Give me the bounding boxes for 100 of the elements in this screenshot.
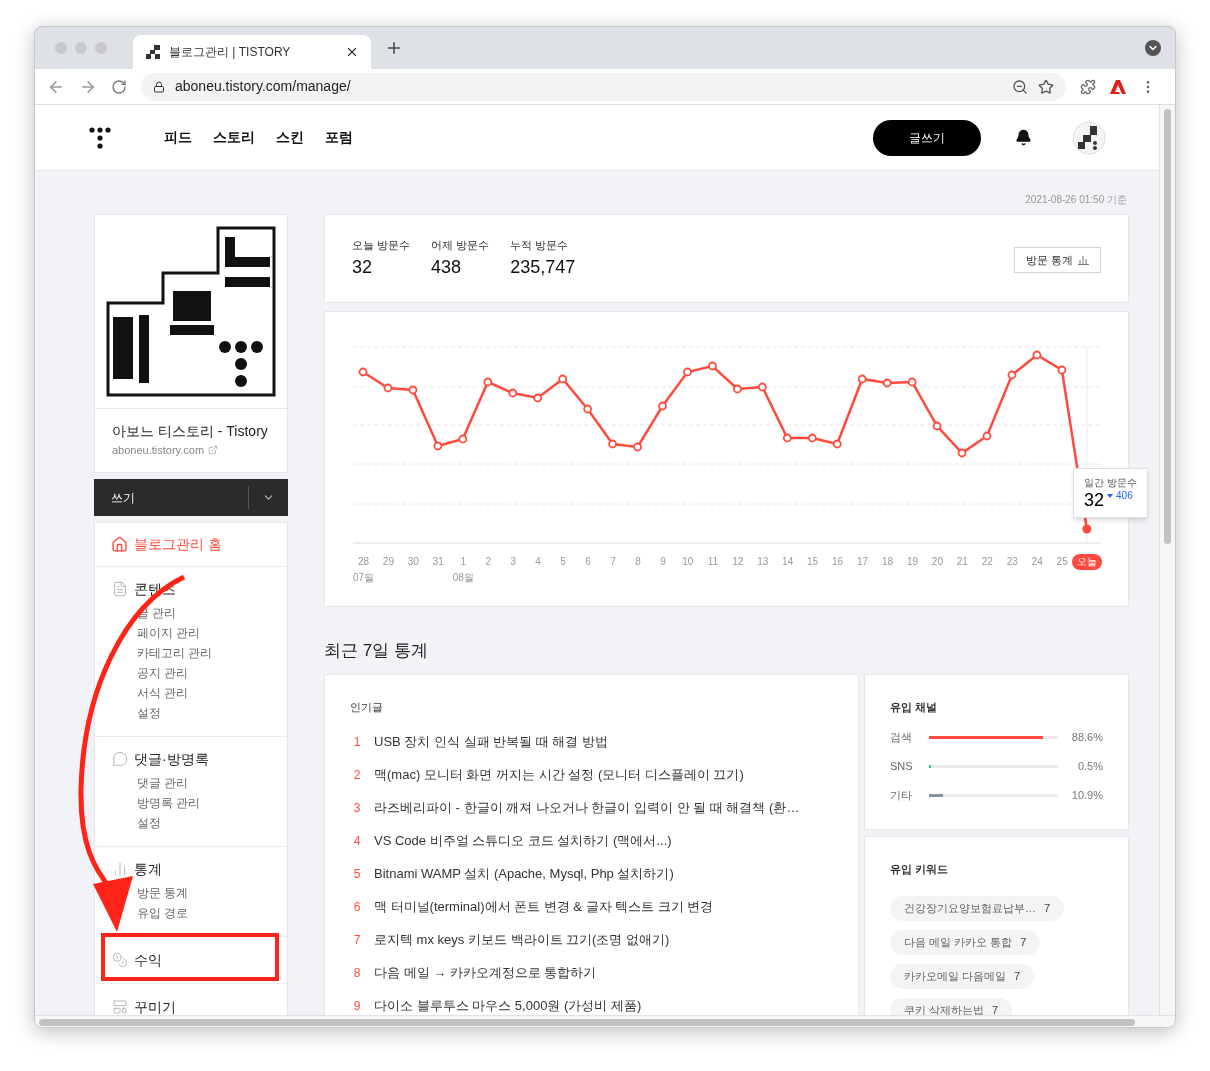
write-menu-label[interactable]: 쓰기 xyxy=(94,488,248,507)
bookmark-star-icon[interactable] xyxy=(1038,78,1054,95)
write-button[interactable]: 글쓰기 xyxy=(873,119,981,156)
post-link[interactable]: 라즈베리파이 - 한글이 깨져 나오거나 한글이 입력이 안 될 때 해결책 (환… xyxy=(374,797,800,818)
sidebar-item[interactable]: 설정 xyxy=(95,703,287,723)
keyword-text[interactable]: 카카오메일 다음메일 xyxy=(904,968,1007,985)
post-link[interactable]: 다이소 블루투스 마우스 5,000원 (가성비 제품) xyxy=(374,995,642,1015)
data-point xyxy=(658,401,667,411)
month-label: 07월 xyxy=(352,571,375,585)
data-point xyxy=(633,442,642,452)
data-point xyxy=(433,441,443,451)
axis-label: 28 xyxy=(357,555,370,569)
sidebar-item[interactable]: 댓글 관리 xyxy=(95,773,287,793)
blog-title[interactable]: 아보느 티스토리 - Tistory xyxy=(112,421,270,441)
vertical-scrollbar[interactable] xyxy=(1159,105,1175,1015)
sidebar-item[interactable]: 방명록 관리 xyxy=(95,793,287,813)
down-triangle-icon xyxy=(1107,494,1114,498)
extension-icon[interactable] xyxy=(1110,79,1126,94)
sidebar-item[interactable]: 카테고리 관리 xyxy=(95,643,287,663)
nav-link[interactable]: 스킨 xyxy=(276,127,304,148)
section-heading: 최근 7일 통계 xyxy=(324,640,429,662)
sidebar-item[interactable]: 설정 xyxy=(95,813,287,833)
menu-section-title[interactable]: 수익 xyxy=(134,950,162,970)
address-bar[interactable]: aboneu.tistory.com/manage/ xyxy=(141,72,1066,101)
keyword-chip[interactable]: 다음 메일 카카오 통합 7 xyxy=(890,930,1041,955)
zoom-out-icon[interactable] xyxy=(1012,78,1028,95)
axis-label: 13 xyxy=(757,555,769,569)
data-point xyxy=(757,382,767,392)
keyword-text[interactable]: 건강장기요양보험료납부… xyxy=(904,900,1036,917)
post-link[interactable]: 다음 메일 → 카카오계정으로 통합하기 xyxy=(374,962,597,983)
axis-label: 20 xyxy=(931,555,943,569)
blog-url[interactable]: aboneu.tistory.com xyxy=(112,441,205,459)
rank-number: 1 xyxy=(352,733,362,751)
sidebar-item[interactable]: 서식 관리 xyxy=(95,683,287,703)
avatar-icon[interactable] xyxy=(1072,120,1106,155)
post-link[interactable]: USB 장치 인식 실패 반복될 때 해결 방법 xyxy=(374,731,608,752)
coins-icon xyxy=(112,952,128,968)
rank-number: 9 xyxy=(352,997,362,1015)
keyword-count: 7 xyxy=(992,1003,999,1015)
menu-section-title[interactable]: 꾸미기 xyxy=(134,997,176,1015)
menu-section-title[interactable]: 댓글·방명록 xyxy=(134,749,209,769)
post-link[interactable]: 로지텍 mx keys 키보드 백라이트 끄기(조명 없애기) xyxy=(374,929,670,950)
channel-name: 검색 xyxy=(890,730,913,746)
comment-icon xyxy=(112,751,128,767)
keyword-count: 7 xyxy=(1044,901,1051,917)
stat-label: 누적 방문수 xyxy=(510,238,570,253)
axis-label: 2 xyxy=(485,555,491,569)
menu-section-title[interactable]: 통계 xyxy=(134,859,162,879)
chart-icon xyxy=(112,861,128,877)
sidebar-item[interactable]: 공지 관리 xyxy=(95,663,287,683)
data-point xyxy=(782,433,792,443)
nav-link[interactable]: 포럼 xyxy=(325,127,353,148)
keyword-chip[interactable]: 건강장기요양보험료납부… 7 xyxy=(890,896,1065,921)
notification-bell-icon[interactable] xyxy=(1015,129,1032,146)
axis-label: 8 xyxy=(635,555,641,569)
axis-label: 4 xyxy=(535,555,541,569)
data-point xyxy=(807,433,817,443)
keyword-chip[interactable]: 카카오메일 다음메일 7 xyxy=(890,964,1035,989)
data-point xyxy=(957,448,967,458)
tistory-logo[interactable] xyxy=(89,126,111,149)
axis-label: 23 xyxy=(1006,555,1018,569)
nav-link[interactable]: 스토리 xyxy=(213,127,255,148)
axis-label: 1 xyxy=(460,555,467,569)
bar-chart-icon xyxy=(1078,255,1089,265)
tab-title[interactable]: 블로그관리 | TISTORY xyxy=(169,43,337,61)
reload-icon[interactable] xyxy=(111,78,127,95)
write-menu-bar[interactable]: 쓰기 xyxy=(94,479,288,516)
data-point xyxy=(708,361,717,371)
data-point xyxy=(832,439,842,449)
sidebar-item[interactable]: 페이지 관리 xyxy=(95,623,287,643)
axis-label: 17 xyxy=(856,555,869,569)
keyword-text[interactable]: 다음 메일 카카오 통합 xyxy=(904,934,1013,951)
browser-tab[interactable]: 블로그관리 | TISTORY xyxy=(133,35,371,69)
rank-number: 8 xyxy=(352,964,362,982)
visit-stats-button[interactable]: 방문 통계 xyxy=(1013,247,1101,273)
stat-value: 438 xyxy=(431,256,463,279)
data-point xyxy=(508,388,518,398)
post-link[interactable]: 맥(mac) 모니터 화면 꺼지는 시간 설정 (모니터 디스플레이 끄기) xyxy=(374,764,744,785)
horizontal-scrollbar[interactable] xyxy=(35,1015,1175,1027)
new-tab-icon[interactable] xyxy=(385,39,403,57)
axis-label: 19 xyxy=(906,555,918,569)
axis-label: 9 xyxy=(660,555,666,569)
extensions-icon[interactable] xyxy=(1080,78,1096,95)
tooltip-title: 일간 방문수 xyxy=(1084,477,1137,489)
channel-percent: 88.6% xyxy=(1070,730,1103,746)
data-point xyxy=(907,377,917,387)
post-link[interactable]: Bitnami WAMP 설치 (Apache, Mysql, Php 설치하기) xyxy=(374,863,674,884)
keyword-count: 7 xyxy=(1014,969,1021,985)
nav-link[interactable]: 피드 xyxy=(164,127,192,148)
sidebar-item[interactable]: 유입 경로 xyxy=(95,903,287,923)
axis-label: 5 xyxy=(560,555,566,569)
post-link[interactable]: VS Code 비주얼 스튜디오 코드 설치하기 (맥에서...) xyxy=(374,830,672,851)
axis-label: 15 xyxy=(807,555,819,569)
sidebar-item[interactable]: 방문 통계 xyxy=(95,883,287,903)
stat-value: 235,747 xyxy=(510,256,576,279)
post-link[interactable]: 맥 터미널(terminal)에서 폰트 변경 & 글자 텍스트 크기 변경 xyxy=(374,896,714,917)
axis-label: 14 xyxy=(782,555,794,569)
external-link-icon xyxy=(208,445,219,455)
layout-icon xyxy=(112,999,128,1015)
close-tab-icon[interactable] xyxy=(345,45,359,59)
